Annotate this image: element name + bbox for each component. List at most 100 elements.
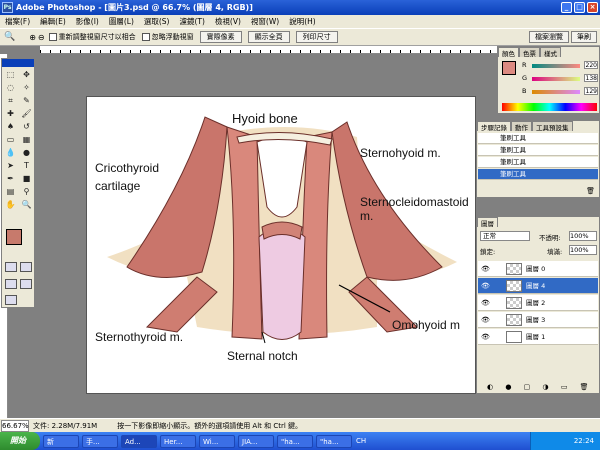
green-slider[interactable] bbox=[532, 77, 580, 81]
healing-brush-icon[interactable]: ✚ bbox=[3, 108, 18, 120]
slice-tool-icon[interactable]: ✎ bbox=[19, 95, 34, 107]
fg-color-preview[interactable] bbox=[502, 61, 516, 75]
shape-tool-icon[interactable]: ■ bbox=[19, 173, 34, 185]
eraser-tool-icon[interactable]: ▭ bbox=[3, 134, 18, 146]
resize-window-checkbox[interactable]: 重新調整視窗尺寸以相合 bbox=[48, 32, 136, 42]
file-browser-tab[interactable]: 檔案瀏覽 bbox=[529, 31, 569, 43]
move-tool-icon[interactable]: ✥ bbox=[19, 69, 34, 81]
magic-wand-icon[interactable]: ✧ bbox=[19, 82, 34, 94]
opacity-input[interactable]: 100% bbox=[569, 231, 597, 241]
taskbar-item[interactable]: 新 bbox=[43, 434, 79, 448]
checkbox-box[interactable] bbox=[141, 33, 150, 41]
red-value-input[interactable]: 220 bbox=[584, 61, 598, 69]
color-spectrum-bar[interactable] bbox=[502, 103, 597, 111]
taskbar-item[interactable]: "ha... bbox=[277, 434, 313, 448]
menu-layer[interactable]: 圖層(L) bbox=[104, 16, 139, 27]
eye-icon[interactable]: 👁 bbox=[481, 278, 490, 294]
history-item-selected[interactable]: 筆刷工具 bbox=[478, 169, 598, 180]
menu-edit[interactable]: 編輯(E) bbox=[35, 16, 71, 27]
layers-footer-icons[interactable]: ◐ ● ▢ ◑ ▭ 🗑 bbox=[487, 383, 594, 391]
hand-tool-icon[interactable]: ✋ bbox=[3, 199, 18, 211]
blur-tool-icon[interactable]: 💧 bbox=[3, 147, 18, 159]
brushes-tab[interactable]: 筆刷 bbox=[571, 31, 597, 43]
eyedropper-icon[interactable]: ⚲ bbox=[19, 186, 34, 198]
history-brush-icon[interactable]: ↺ bbox=[19, 121, 34, 133]
history-item[interactable]: 筆刷工具 bbox=[478, 145, 598, 156]
maximize-button[interactable]: □ bbox=[574, 2, 585, 13]
taskbar-item[interactable]: "ha... bbox=[316, 434, 352, 448]
menu-filter[interactable]: 濾鏡(T) bbox=[175, 16, 210, 27]
menu-file[interactable]: 檔案(F) bbox=[0, 16, 35, 27]
actual-pixels-button[interactable]: 實際像素 bbox=[199, 31, 242, 43]
type-tool-icon[interactable]: T bbox=[19, 160, 34, 172]
layer-row[interactable]: 👁 圖層 2 bbox=[478, 295, 598, 311]
tool-presets-tab[interactable]: 工具預設集 bbox=[532, 121, 573, 132]
blue-value-input[interactable]: 129 bbox=[584, 87, 598, 95]
language-indicator[interactable]: CH bbox=[356, 437, 366, 445]
dodge-tool-icon[interactable]: ● bbox=[19, 147, 34, 159]
title-bar: Ps Adobe Photoshop - [圖片3.psd @ 66.7% (圖… bbox=[0, 0, 600, 15]
menu-select[interactable]: 選取(S) bbox=[139, 16, 175, 27]
fit-screen-button[interactable]: 顯示全頁 bbox=[247, 31, 290, 43]
layer-row-selected[interactable]: 👁 圖層 4 bbox=[478, 278, 598, 294]
eye-icon[interactable]: 👁 bbox=[481, 261, 490, 277]
taskbar-item-photoshop[interactable]: Ad... bbox=[121, 434, 157, 448]
red-slider[interactable] bbox=[532, 64, 580, 68]
zoom-tool-icon[interactable]: 🔍 bbox=[4, 32, 15, 42]
blue-slider[interactable] bbox=[532, 90, 580, 94]
brush-tool-icon[interactable]: 🖌 bbox=[19, 108, 34, 120]
jump-to-imageready-icon[interactable] bbox=[5, 295, 17, 305]
ignore-palettes-checkbox[interactable]: 忽略浮動視窗 bbox=[141, 32, 194, 42]
swatches-tab[interactable]: 色票 bbox=[519, 47, 540, 58]
blend-mode-select[interactable]: 正常 bbox=[480, 231, 530, 241]
actions-tab[interactable]: 動作 bbox=[511, 121, 532, 132]
menu-window[interactable]: 視窗(W) bbox=[246, 16, 284, 27]
crop-tool-icon[interactable]: ⌗ bbox=[3, 95, 18, 107]
close-button[interactable]: × bbox=[587, 2, 598, 13]
marquee-tool-icon[interactable]: ⬚ bbox=[3, 69, 18, 81]
quickmask-mode-icon[interactable] bbox=[20, 262, 32, 272]
taskbar-item[interactable]: Wi... bbox=[199, 434, 235, 448]
eye-icon[interactable]: 👁 bbox=[481, 312, 490, 328]
toolbox-header[interactable] bbox=[2, 59, 34, 67]
zoom-tool-icon[interactable]: 🔍 bbox=[19, 199, 34, 211]
zoom-in-icon[interactable]: ⊕ bbox=[29, 33, 36, 42]
path-select-icon[interactable]: ➤ bbox=[3, 160, 18, 172]
menu-help[interactable]: 說明(H) bbox=[284, 16, 321, 27]
styles-tab[interactable]: 樣式 bbox=[540, 47, 561, 58]
history-tab[interactable]: 步驟記錄 bbox=[477, 121, 511, 132]
menu-view[interactable]: 檢視(V) bbox=[210, 16, 246, 27]
document-canvas[interactable]: Hyoid bone Cricothyroid cartilage Sterno… bbox=[86, 96, 476, 394]
start-button[interactable]: 開始 bbox=[0, 432, 40, 450]
print-size-button[interactable]: 列印尺寸 bbox=[295, 31, 338, 43]
taskbar-item[interactable]: JIA... bbox=[238, 434, 274, 448]
eye-icon[interactable]: 👁 bbox=[481, 329, 490, 345]
menu-image[interactable]: 影像(I) bbox=[71, 16, 104, 27]
zoom-level-input[interactable]: 66.67% bbox=[1, 419, 29, 432]
zoom-out-icon[interactable]: ⊖ bbox=[38, 33, 45, 42]
fullscreen-mode-icon[interactable] bbox=[20, 279, 32, 289]
clone-stamp-icon[interactable]: ♠ bbox=[3, 121, 18, 133]
layer-row[interactable]: 👁 圖層 1 bbox=[478, 329, 598, 345]
fill-input[interactable]: 100% bbox=[569, 245, 597, 255]
history-item[interactable]: 筆刷工具 bbox=[478, 133, 598, 144]
checkbox-box[interactable] bbox=[48, 33, 57, 41]
minimize-button[interactable]: _ bbox=[561, 2, 572, 13]
notes-tool-icon[interactable]: ▤ bbox=[3, 186, 18, 198]
screen-mode-icon[interactable] bbox=[5, 279, 17, 289]
color-tab[interactable]: 顏色 bbox=[498, 47, 519, 58]
gradient-tool-icon[interactable]: ▦ bbox=[19, 134, 34, 146]
foreground-color-swatch[interactable] bbox=[6, 229, 22, 245]
layer-row[interactable]: 👁 圖層 3 bbox=[478, 312, 598, 328]
pen-tool-icon[interactable]: ✒ bbox=[3, 173, 18, 185]
green-value-input[interactable]: 138 bbox=[584, 74, 598, 82]
history-item[interactable]: 筆刷工具 bbox=[478, 157, 598, 168]
taskbar-item[interactable]: 手... bbox=[82, 434, 118, 448]
eye-icon[interactable]: 👁 bbox=[481, 295, 490, 311]
standard-mode-icon[interactable] bbox=[5, 262, 17, 272]
taskbar-item[interactable]: Her... bbox=[160, 434, 196, 448]
layer-row[interactable]: 👁 圖層 0 bbox=[478, 261, 598, 277]
trash-icon[interactable]: 🗑 bbox=[586, 187, 595, 195]
lasso-tool-icon[interactable]: ◌ bbox=[3, 82, 18, 94]
layers-tab[interactable]: 圖層 bbox=[477, 217, 498, 228]
